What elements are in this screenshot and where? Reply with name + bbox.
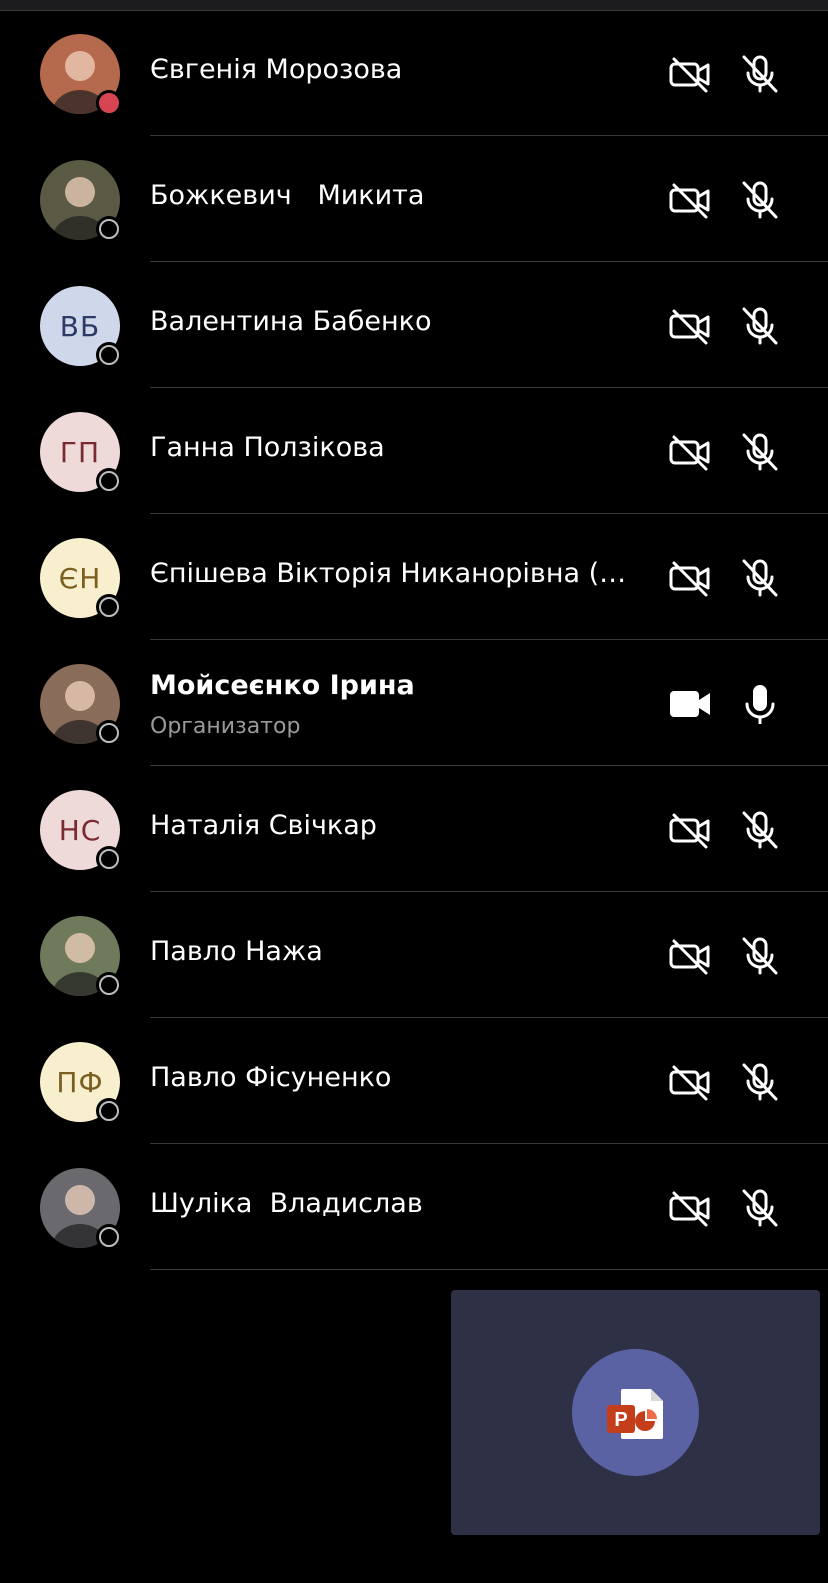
participant-row[interactable]: Шуліка Владислав (0, 1144, 828, 1270)
mic-icon (738, 684, 782, 724)
avatar[interactable]: ПФ (40, 1042, 122, 1124)
participant-name: Павло Фісуненко (150, 1062, 392, 1093)
camera-off-icon (668, 1062, 712, 1102)
avatar[interactable] (40, 916, 122, 998)
presence-status-icon (96, 594, 122, 620)
participant-row[interactable]: Мойсеєнко Ірина Организатор (0, 640, 828, 766)
participant-name: Божкевич Микита (150, 180, 425, 211)
camera-icon (668, 684, 712, 724)
avatar[interactable]: ВБ (40, 286, 122, 368)
presence-status-icon (96, 1098, 122, 1124)
mic-off-icon (738, 180, 782, 220)
camera-off-icon (668, 180, 712, 220)
participant-row[interactable]: ЄН Єпішева Вікторія Никанорівна (г... (0, 514, 828, 640)
participant-row[interactable]: ПФ Павло Фісуненко (0, 1018, 828, 1144)
participant-list: Євгенія Морозова Божкевич Микита ВБ Валенти… (0, 10, 828, 1270)
mic-off-icon (738, 432, 782, 472)
presence-status-icon (96, 216, 122, 242)
participant-row[interactable]: Божкевич Микита (0, 136, 828, 262)
presence-status-icon (96, 342, 122, 368)
mic-off-icon (738, 306, 782, 346)
presence-status-icon (96, 720, 122, 746)
avatar[interactable]: НС (40, 790, 122, 872)
presence-status-icon (96, 972, 122, 998)
participant-row[interactable]: ВБ Валентина Бабенко (0, 262, 828, 388)
camera-off-icon (668, 1188, 712, 1228)
avatar[interactable] (40, 34, 122, 116)
mic-off-icon (738, 558, 782, 598)
camera-off-icon (668, 54, 712, 94)
shared-content-tile[interactable]: P (451, 1290, 820, 1535)
presence-status-icon (96, 1224, 122, 1250)
powerpoint-icon: P (606, 1388, 663, 1439)
mic-off-icon (738, 54, 782, 94)
participant-row[interactable]: НС Наталія Свічкар (0, 766, 828, 892)
participant-row[interactable]: Павло Нажа (0, 892, 828, 1018)
camera-off-icon (668, 306, 712, 346)
presence-status-icon (96, 468, 122, 494)
camera-off-icon (668, 936, 712, 976)
avatar[interactable]: ГП (40, 412, 122, 494)
powerpoint-share-button[interactable]: P (572, 1349, 699, 1476)
avatar[interactable]: ЄН (40, 538, 122, 620)
presence-status-icon (96, 846, 122, 872)
participant-name: Мойсеєнко Ірина (150, 670, 415, 701)
mic-off-icon (738, 1188, 782, 1228)
mic-off-icon (738, 1062, 782, 1102)
participant-row[interactable]: ГП Ганна Ползікова (0, 388, 828, 514)
avatar[interactable] (40, 1168, 122, 1250)
participant-name: Павло Нажа (150, 936, 323, 967)
row-divider (150, 1269, 828, 1270)
mic-off-icon (738, 936, 782, 976)
participant-name: Євгенія Морозова (150, 54, 403, 85)
avatar[interactable] (40, 664, 122, 746)
presence-status-icon (96, 90, 122, 116)
avatar[interactable] (40, 160, 122, 242)
camera-off-icon (668, 432, 712, 472)
svg-text:P: P (614, 1409, 627, 1431)
camera-off-icon (668, 558, 712, 598)
mic-off-icon (738, 810, 782, 850)
participant-name: Наталія Свічкар (150, 810, 377, 841)
participant-name: Ганна Ползікова (150, 432, 385, 463)
participant-role: Организатор (150, 714, 301, 739)
participant-name: Єпішева Вікторія Никанорівна (г... (150, 558, 635, 589)
participant-name: Шуліка Владислав (150, 1188, 423, 1219)
participant-name: Валентина Бабенко (150, 306, 432, 337)
camera-off-icon (668, 810, 712, 850)
participant-row[interactable]: Євгенія Морозова (0, 10, 828, 136)
